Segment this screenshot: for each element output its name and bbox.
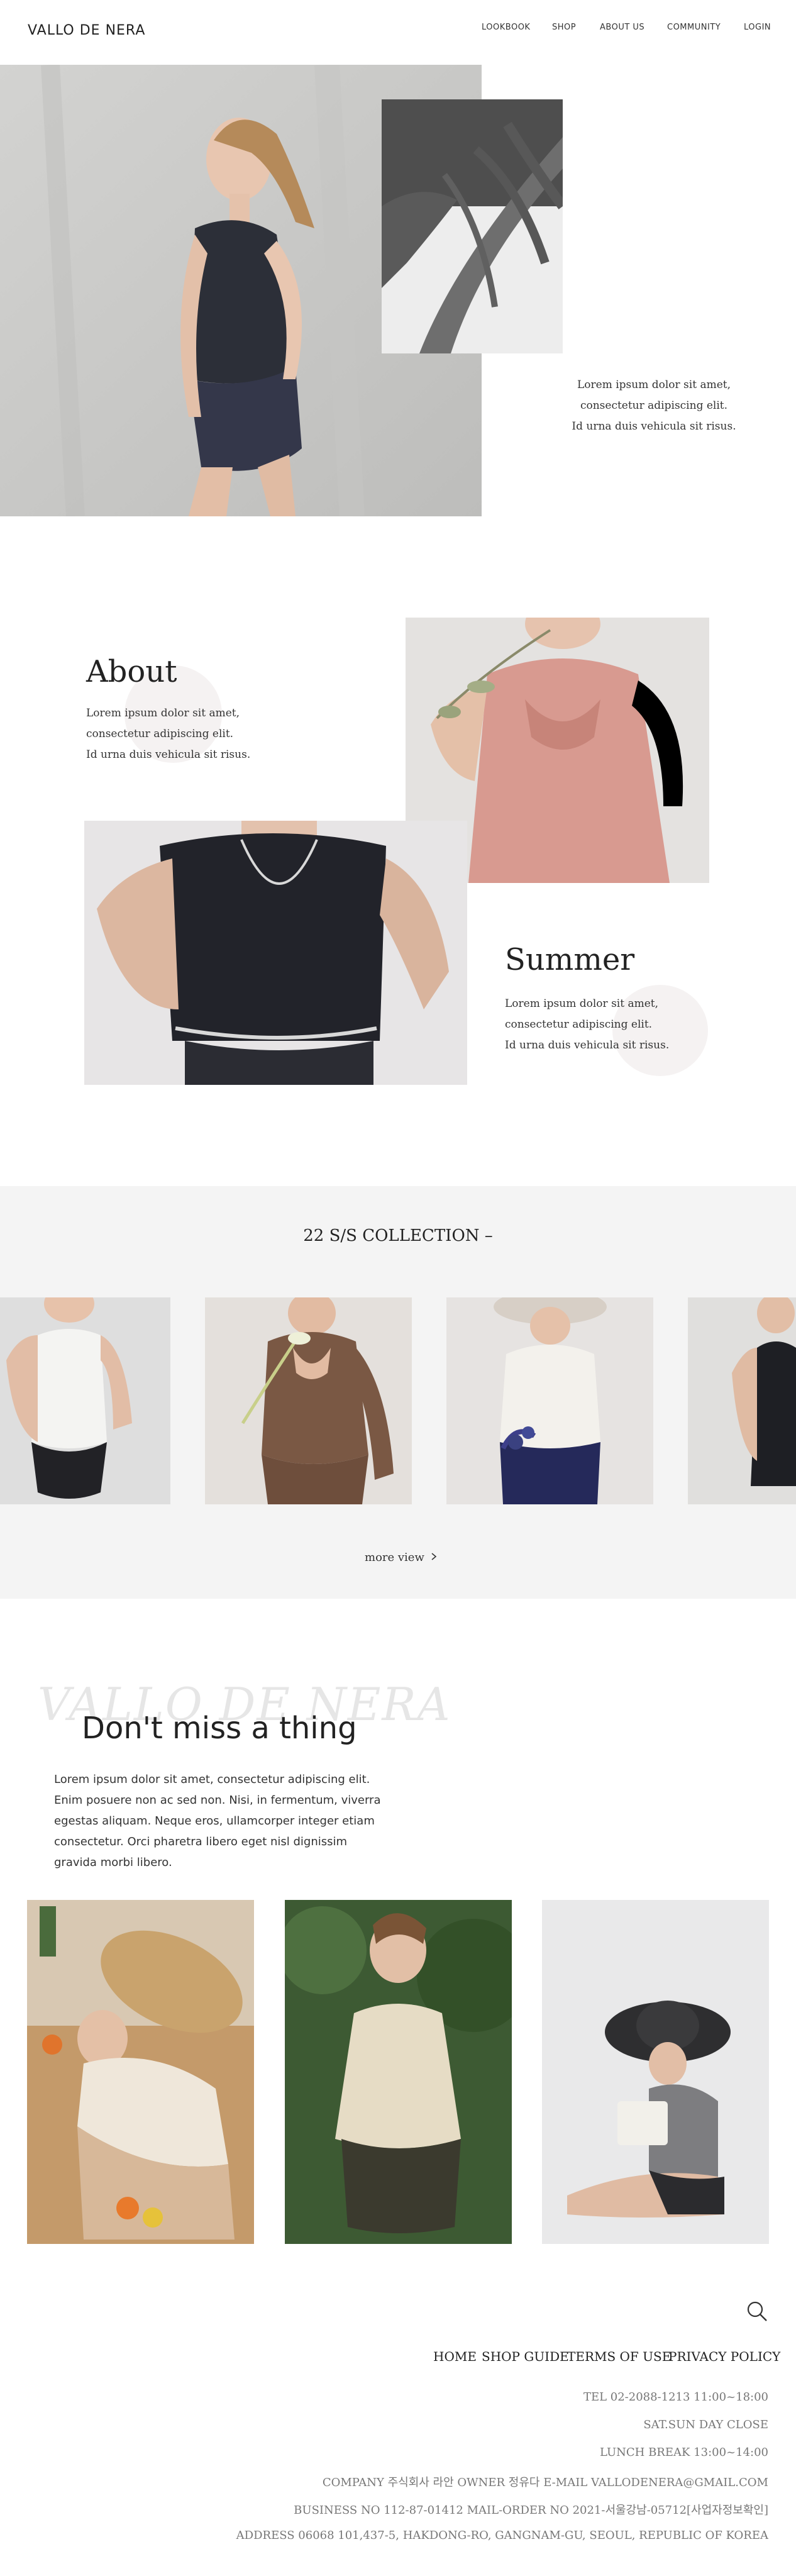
footer-closed: SAT.SUN DAY CLOSE [643, 2418, 768, 2431]
dont-miss-line-1: Lorem ipsum dolor sit amet, consectetur … [54, 1773, 370, 1786]
dont-miss-title: Don't miss a thing [82, 1711, 357, 1746]
collection-item[interactable] [446, 1297, 653, 1504]
about-text: Lorem ipsum dolor sit amet, consectetur … [86, 703, 287, 765]
footer-link-shop-guide[interactable]: SHOP GUIDE [482, 2349, 569, 2364]
footer-company: COMPANY 주식회사 라안 OWNER 정유다 E-MAIL VALLODE… [322, 2476, 768, 2489]
summer-text-line-1: Lorem ipsum dolor sit amet, [505, 997, 659, 1010]
search-icon[interactable] [746, 2300, 768, 2323]
palm-shadow-image [382, 99, 563, 353]
nav-community[interactable]: COMMUNITY [667, 23, 721, 32]
about-text-line-3: Id urna duis vehicula sit risus. [86, 748, 251, 761]
nav-about-us[interactable]: ABOUT US [600, 23, 644, 32]
brand-logo[interactable]: VALLO DE NERA [28, 23, 145, 38]
hero-text: Lorem ipsum dolor sit amet, consectetur … [541, 375, 767, 437]
dont-miss-text: Lorem ipsum dolor sit amet, consectetur … [54, 1769, 406, 1873]
footer-tel: TEL 02-2088-1213 11:00~18:00 [583, 2390, 768, 2404]
footer-lunch: LUNCH BREAK 13:00~14:00 [600, 2446, 768, 2459]
collection-item[interactable] [0, 1297, 170, 1504]
nav-login[interactable]: LOGIN [744, 23, 771, 32]
hero-text-line-3: Id urna duis vehicula sit risus. [572, 420, 736, 433]
about-title: About [86, 654, 177, 689]
summer-text-line-2: consectetur adipiscing elit. [505, 1018, 653, 1031]
summer-text-line-3: Id urna duis vehicula sit risus. [505, 1039, 670, 1052]
gallery-image-picnic[interactable] [27, 1900, 254, 2244]
dont-miss-line-4: consectetur. Orci pharetra libero eget n… [54, 1835, 348, 1848]
hero-text-line-2: consectetur adipiscing elit. [580, 399, 728, 412]
dont-miss-line-3: egestas aliquam. Neque eros, ullamcorper… [54, 1814, 375, 1828]
more-view-label: more view [365, 1551, 424, 1564]
about-text-line-1: Lorem ipsum dolor sit amet, [86, 707, 240, 719]
nav-lookbook[interactable]: LOOKBOOK [482, 23, 530, 32]
footer-link-terms[interactable]: TERMS OF USE [567, 2349, 671, 2364]
black-top-image [84, 821, 467, 1085]
summer-title: Summer [505, 942, 635, 977]
summer-text: Lorem ipsum dolor sit amet, consectetur … [505, 994, 719, 1056]
more-view-link[interactable]: more view [365, 1551, 437, 1564]
collection-item[interactable] [205, 1297, 412, 1504]
hero-text-line-1: Lorem ipsum dolor sit amet, [577, 379, 731, 391]
chevron-right-icon [431, 1551, 437, 1564]
footer-link-home[interactable]: HOME [433, 2349, 477, 2364]
footer-address: ADDRESS 06068 101,437-5, HAKDONG-RO, GAN… [236, 2529, 768, 2542]
gallery-image-garden[interactable] [285, 1900, 512, 2244]
about-text-line-2: consectetur adipiscing elit. [86, 728, 234, 740]
footer-business: BUSINESS NO 112-87-01412 MAIL-ORDER NO 2… [294, 2504, 768, 2517]
dont-miss-line-5: gravida morbi libero. [54, 1856, 172, 1869]
footer-link-privacy[interactable]: PRIVACY POLICY [668, 2349, 780, 2364]
nav-shop[interactable]: SHOP [552, 23, 576, 32]
dont-miss-line-2: Enim posuere non ac sed non. Nisi, in fe… [54, 1794, 381, 1807]
gallery-image-reading[interactable] [542, 1900, 769, 2244]
collection-item[interactable] [688, 1297, 796, 1504]
collection-title: 22 S/S COLLECTION – [303, 1226, 493, 1245]
